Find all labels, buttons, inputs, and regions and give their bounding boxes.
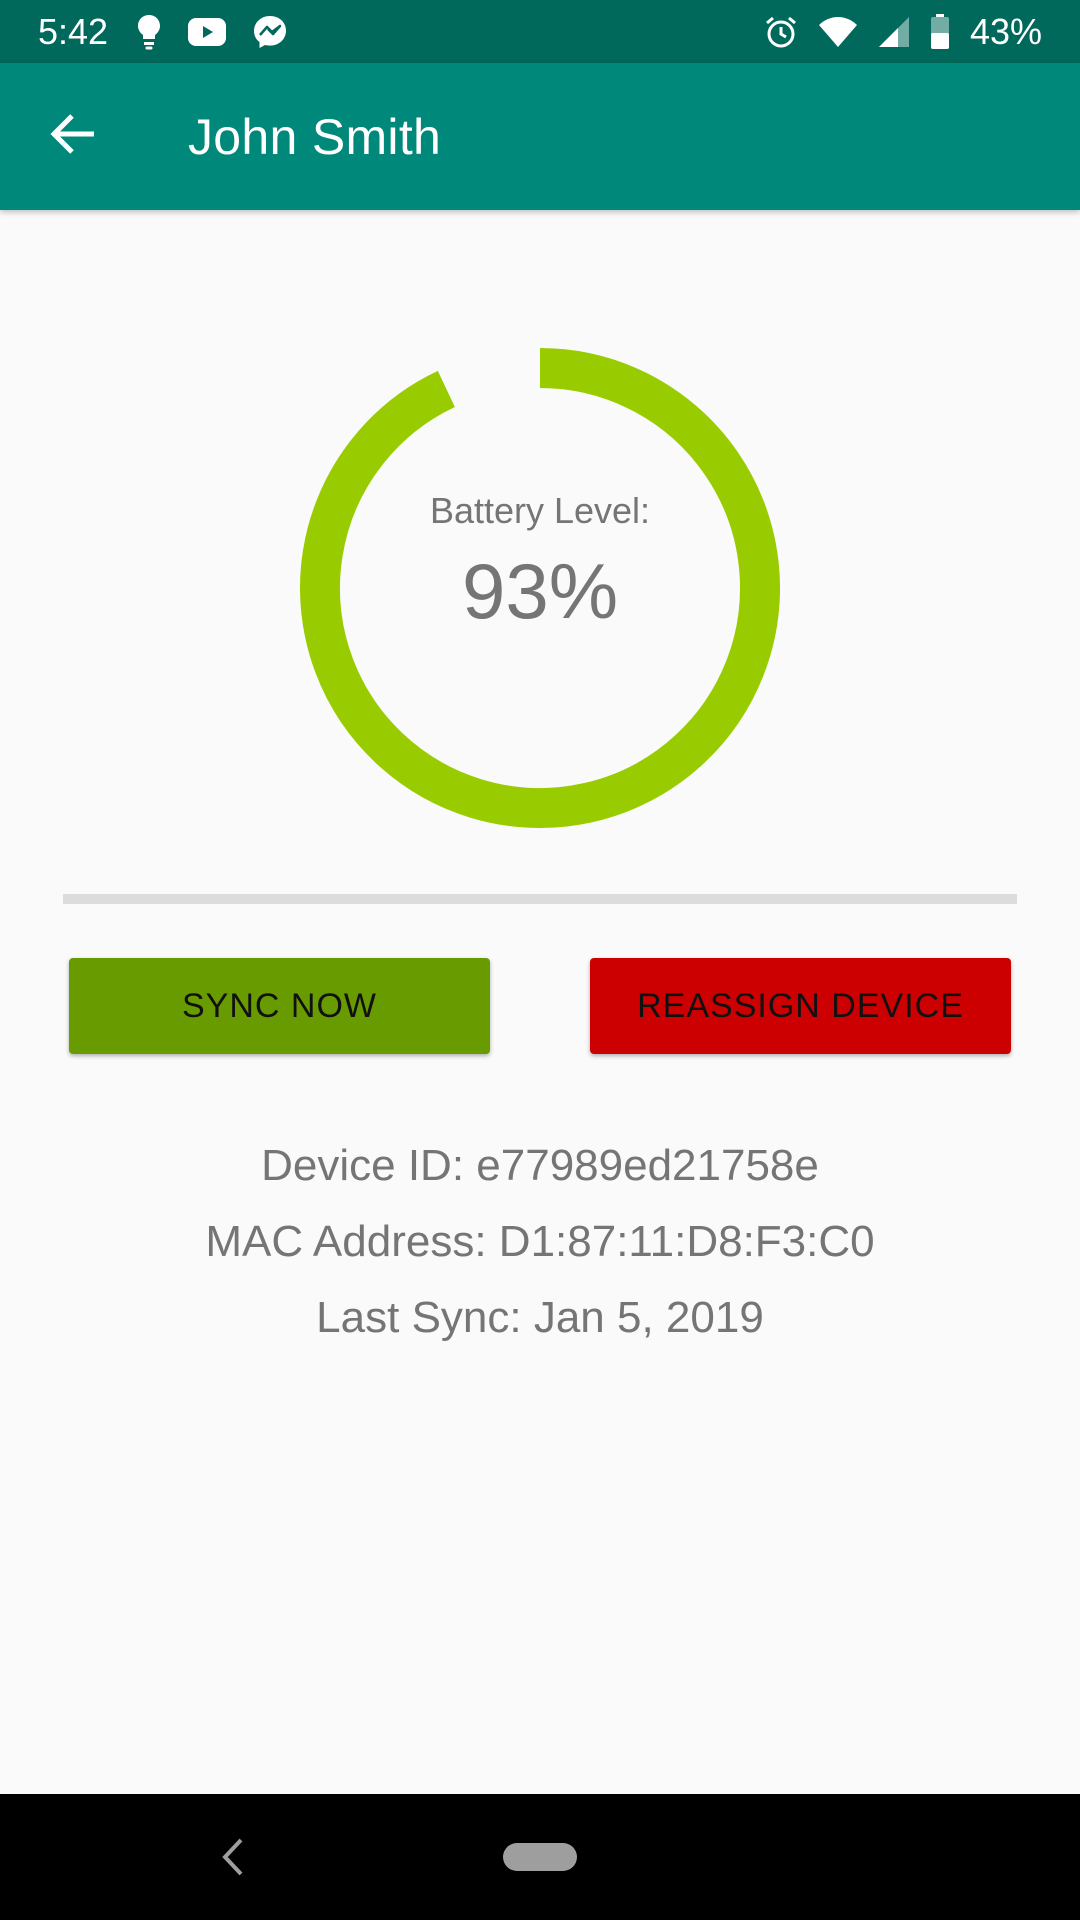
page-title: John Smith (188, 108, 442, 165)
sync-now-button[interactable]: SYNC NOW (69, 958, 490, 1054)
status-time: 5:42 (38, 10, 109, 52)
nav-back-icon[interactable] (213, 1834, 253, 1880)
lightbulb-icon (136, 14, 162, 50)
back-button[interactable] (34, 97, 114, 177)
system-status-icons: 43% (764, 11, 1042, 53)
battery-level-value: 93% (461, 547, 619, 635)
reassign-device-button[interactable]: REASSIGN DEVICE (590, 958, 1011, 1054)
status-bar: 5:42 43% (0, 0, 1080, 63)
navigation-bar (0, 1794, 1080, 1920)
home-button[interactable] (503, 1843, 577, 1871)
wifi-icon (818, 16, 858, 48)
device-id-text: Device ID: e77989ed21758e (261, 1141, 819, 1190)
battery-gauge: Battery Level: 93% (300, 348, 780, 828)
arrow-back-icon (50, 112, 98, 161)
app-bar: John Smith (0, 63, 1080, 210)
signal-icon (878, 16, 910, 48)
messenger-icon (252, 14, 288, 50)
mac-address-text: MAC Address: D1:87:11:D8:F3:C0 (205, 1217, 875, 1266)
alarm-icon (764, 15, 798, 49)
last-sync-text: Last Sync: Jan 5, 2019 (316, 1293, 764, 1342)
notification-icons (136, 14, 288, 50)
battery-percent: 43% (969, 10, 1042, 52)
youtube-icon (188, 17, 227, 46)
battery-level-label: Battery Level: (429, 490, 651, 531)
divider (63, 894, 1017, 904)
battery-icon (930, 13, 950, 50)
device-info: Device ID: e77989ed21758e MAC Address: D… (0, 1128, 1080, 1356)
